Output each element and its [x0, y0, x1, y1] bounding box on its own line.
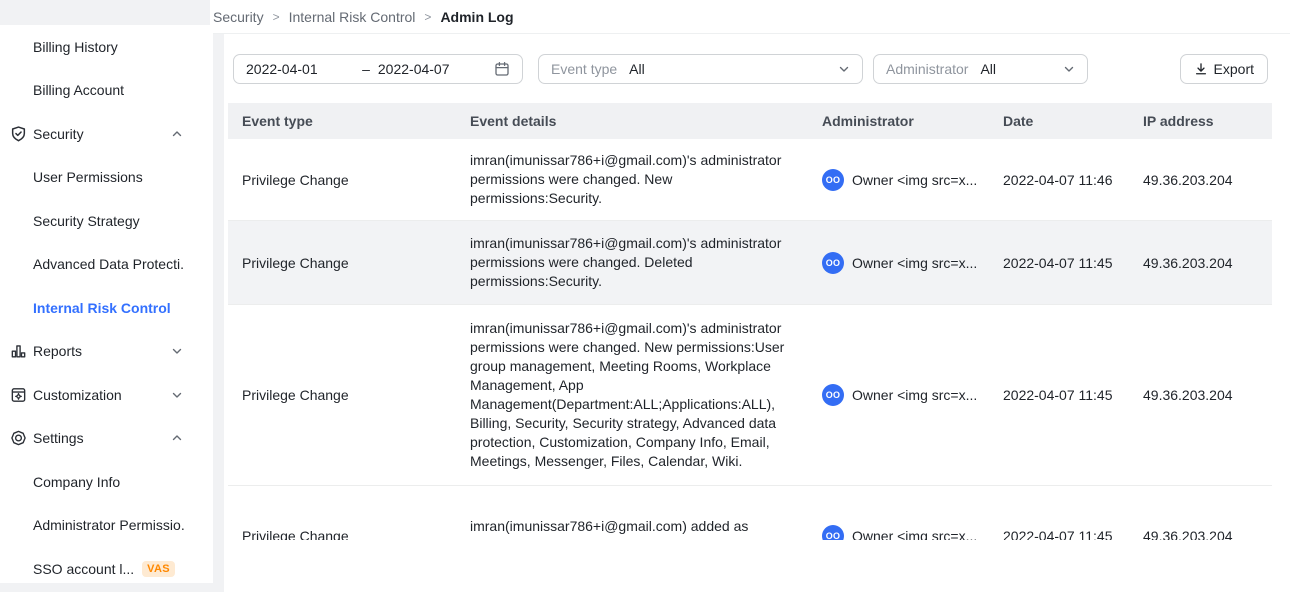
- table-row: Privilege Change imran(imunissar786+i@gm…: [228, 305, 1272, 486]
- bar-chart-icon: [10, 343, 27, 360]
- sidebar-item-label: Billing Account: [33, 82, 124, 98]
- avatar: OO: [822, 525, 844, 541]
- sidebar-item-label: Customization: [33, 387, 122, 403]
- column-header-ip-address: IP address: [1129, 113, 1272, 129]
- sidebar-item-label: Billing History: [33, 39, 118, 55]
- date-end-value[interactable]: 2022-04-07: [378, 61, 450, 77]
- sidebar-item-sso-account-linking[interactable]: SSO account l... VAS: [0, 547, 213, 583]
- column-header-event-details: Event details: [456, 113, 808, 129]
- sidebar-item-billing-history[interactable]: Billing History: [0, 25, 213, 69]
- event-type-value: All: [629, 61, 826, 77]
- event-type-cell: Privilege Change: [228, 255, 456, 271]
- event-details-cell: imran(imunissar786+i@gmail.com)'s admini…: [456, 307, 808, 483]
- breadcrumb-current-page: Admin Log: [440, 9, 513, 25]
- administrator-name: Owner <img src=x...: [852, 528, 977, 541]
- event-type-cell: Privilege Change: [228, 528, 456, 541]
- sidebar-item-label: Advanced Data Protecti...: [33, 256, 185, 272]
- table-row: Privilege Change imran(imunissar786+i@gm…: [228, 221, 1272, 305]
- calendar-icon: [494, 61, 510, 77]
- date-cell: 2022-04-07 11:45: [989, 528, 1129, 541]
- date-cell: 2022-04-07 11:45: [989, 387, 1129, 403]
- ip-address-cell: 49.36.203.204: [1129, 172, 1272, 188]
- date-range-separator: –: [362, 61, 370, 77]
- sidebar-item-company-info[interactable]: Company Info: [0, 460, 213, 504]
- admin-log-table: Event type Event details Administrator D…: [228, 103, 1272, 540]
- sidebar-item-label: SSO account l...: [33, 561, 134, 577]
- date-range-picker[interactable]: 2022-04-01 – 2022-04-07: [233, 54, 523, 84]
- column-header-event-type: Event type: [228, 113, 456, 129]
- event-type-label: Event type: [551, 61, 617, 77]
- administrator-cell: OO Owner <img src=x...: [808, 525, 989, 541]
- sidebar-item-advanced-data-protection[interactable]: Advanced Data Protecti...: [0, 243, 213, 287]
- filter-bar: 2022-04-01 – 2022-04-07 Event type All A…: [233, 54, 1268, 84]
- date-start-value[interactable]: 2022-04-01: [246, 61, 318, 77]
- sidebar-item-security[interactable]: Security: [0, 112, 213, 156]
- sidebar-item-customization[interactable]: Customization: [0, 373, 213, 417]
- download-icon: [1194, 62, 1208, 76]
- administrator-label: Administrator: [886, 61, 968, 77]
- breadcrumb-separator-icon: >: [273, 10, 280, 24]
- administrator-select[interactable]: Administrator All: [873, 54, 1088, 84]
- administrator-name: Owner <img src=x...: [852, 255, 977, 271]
- main-content: 2022-04-01 – 2022-04-07 Event type All A…: [224, 34, 1290, 592]
- sidebar-item-label: Administrator Permissio...: [33, 517, 185, 533]
- event-type-cell: Privilege Change: [228, 172, 456, 188]
- date-cell: 2022-04-07 11:46: [989, 172, 1129, 188]
- sidebar-item-label: Reports: [33, 343, 82, 359]
- sidebar-item-label: Company Info: [33, 474, 120, 490]
- sidebar-item-user-permissions[interactable]: User Permissions: [0, 156, 213, 200]
- administrator-cell: OO Owner <img src=x...: [808, 384, 989, 406]
- event-type-select[interactable]: Event type All: [538, 54, 863, 84]
- breadcrumb-separator-icon: >: [424, 10, 431, 24]
- sidebar-item-internal-risk-control[interactable]: Internal Risk Control: [0, 286, 213, 330]
- ip-address-cell: 49.36.203.204: [1129, 528, 1272, 541]
- shield-icon: [10, 125, 27, 142]
- sidebar-item-administrator-permissions[interactable]: Administrator Permissio...: [0, 504, 213, 548]
- breadcrumb-item-security[interactable]: Security: [213, 9, 264, 25]
- vas-badge: VAS: [142, 561, 175, 577]
- avatar: OO: [822, 384, 844, 406]
- administrator-cell: OO Owner <img src=x...: [808, 252, 989, 274]
- customization-icon: [10, 386, 27, 403]
- breadcrumb-item-internal-risk-control[interactable]: Internal Risk Control: [289, 9, 416, 25]
- gear-icon: [10, 430, 27, 447]
- chevron-down-icon: [171, 389, 183, 401]
- event-details-cell: imran(imunissar786+i@gmail.com)'s admini…: [456, 139, 808, 220]
- column-header-administrator: Administrator: [808, 113, 989, 129]
- ip-address-cell: 49.36.203.204: [1129, 255, 1272, 271]
- sidebar-item-billing-account[interactable]: Billing Account: [0, 69, 213, 113]
- table-header: Event type Event details Administrator D…: [228, 103, 1272, 139]
- column-header-date: Date: [989, 113, 1129, 129]
- table-row: Privilege Change imran(imunissar786+i@gm…: [228, 486, 1272, 540]
- event-type-cell: Privilege Change: [228, 387, 456, 403]
- chevron-down-icon: [838, 63, 850, 75]
- chevron-up-icon: [171, 432, 183, 444]
- sidebar-item-label: User Permissions: [33, 169, 143, 185]
- chevron-up-icon: [171, 128, 183, 140]
- breadcrumb: Security > Internal Risk Control > Admin…: [210, 0, 1290, 34]
- chevron-down-icon: [1063, 63, 1075, 75]
- sidebar-item-label: Security: [33, 126, 84, 142]
- sidebar-item-label: Internal Risk Control: [33, 300, 171, 316]
- sidebar-item-settings[interactable]: Settings: [0, 417, 213, 461]
- sidebar: Billing History Billing Account Security…: [0, 25, 213, 583]
- date-cell: 2022-04-07 11:45: [989, 255, 1129, 271]
- table-row: Privilege Change imran(imunissar786+i@gm…: [228, 139, 1272, 221]
- avatar: OO: [822, 169, 844, 191]
- sidebar-item-label: Settings: [33, 430, 84, 446]
- administrator-name: Owner <img src=x...: [852, 172, 977, 188]
- administrator-name: Owner <img src=x...: [852, 387, 977, 403]
- sidebar-item-security-strategy[interactable]: Security Strategy: [0, 199, 213, 243]
- administrator-cell: OO Owner <img src=x...: [808, 169, 989, 191]
- avatar: OO: [822, 252, 844, 274]
- sidebar-item-label: Security Strategy: [33, 213, 140, 229]
- export-button[interactable]: Export: [1180, 54, 1268, 84]
- administrator-value: All: [980, 61, 1051, 77]
- event-details-cell: imran(imunissar786+i@gmail.com)'s admini…: [456, 222, 808, 303]
- ip-address-cell: 49.36.203.204: [1129, 387, 1272, 403]
- event-details-cell: imran(imunissar786+i@gmail.com) added as…: [456, 505, 808, 541]
- chevron-down-icon: [171, 345, 183, 357]
- sidebar-item-reports[interactable]: Reports: [0, 330, 213, 374]
- export-button-label: Export: [1214, 61, 1254, 77]
